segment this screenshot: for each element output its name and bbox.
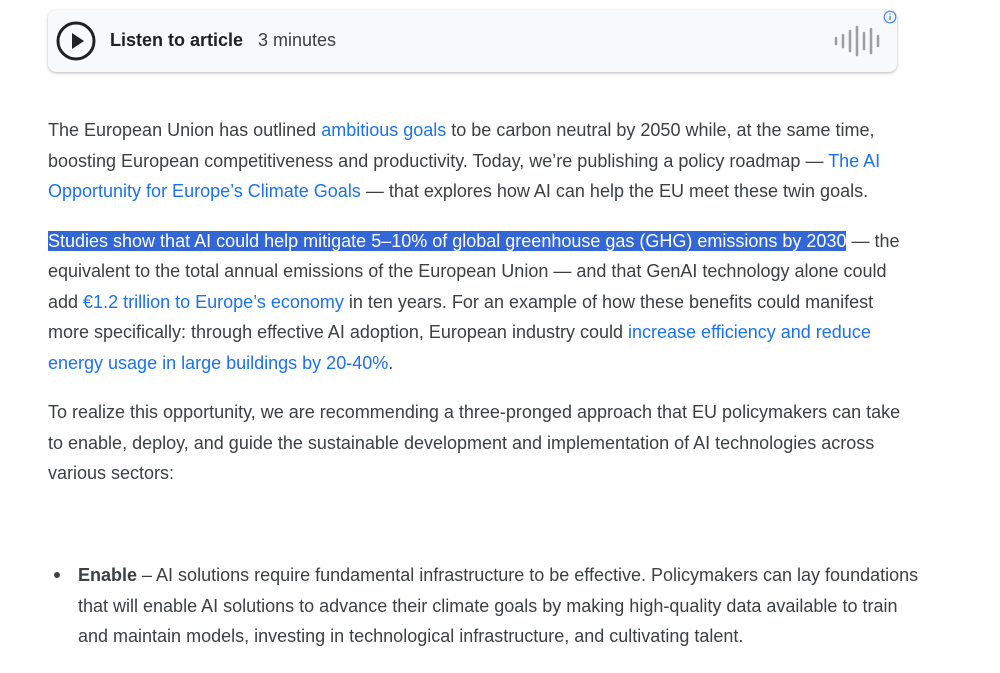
list-item: Enable – AI solutions require fundamenta… (54, 560, 928, 652)
waveform-icon (834, 25, 880, 57)
paragraph-text: . (388, 352, 394, 373)
bullet-icon (54, 572, 60, 578)
play-button[interactable] (56, 21, 96, 61)
ambitious-goals-link[interactable]: ambitious goals (321, 120, 446, 140)
paragraph-1: The European Union has outlined ambitiou… (48, 115, 918, 207)
paragraph-text: — that explores how AI can help the EU m… (360, 181, 869, 201)
list-item-term: Enable (78, 565, 138, 585)
info-icon[interactable] (883, 10, 897, 24)
list-item-text: – AI solutions require fundamental infra… (78, 565, 919, 646)
audio-duration: 3 minutes (258, 30, 337, 50)
listen-to-article-player: Listen to article 3 minutes (48, 10, 897, 72)
article-body: The European Union has outlined ambitiou… (48, 115, 918, 508)
economy-link[interactable]: €1.2 trillion to Europe’s economy (83, 292, 344, 312)
selected-text[interactable]: Studies show that AI could help mitigate… (48, 230, 847, 251)
approach-list: Enable – AI solutions require fundamenta… (48, 560, 928, 652)
paragraph-2: Studies show that AI could help mitigate… (48, 226, 918, 379)
paragraph-3: To realize this opportunity, we are reco… (48, 402, 901, 483)
play-icon (56, 21, 96, 61)
paragraph-text: The European Union has outlined (48, 120, 322, 140)
listen-label: Listen to article (110, 30, 244, 50)
